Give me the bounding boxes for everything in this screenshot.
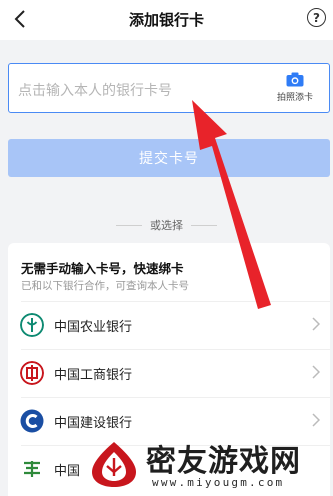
watermark-text: 密友游戏网 bbox=[146, 444, 301, 479]
ccb-bank-logo-icon bbox=[20, 409, 44, 433]
divider-label: 或选择 bbox=[150, 219, 183, 232]
divider-line-left bbox=[116, 224, 142, 226]
bank-name: 中国 bbox=[54, 464, 81, 479]
card-number-placeholder: 点击输入本人的银行卡号 bbox=[18, 83, 172, 99]
chevron-right-icon bbox=[312, 413, 320, 427]
bank-logo-icon bbox=[24, 461, 40, 477]
icbc-bank-logo-icon bbox=[20, 361, 44, 385]
watermark-logo-icon bbox=[92, 442, 136, 487]
question-icon: ? bbox=[313, 10, 320, 25]
chevron-right-icon bbox=[312, 317, 320, 331]
help-button[interactable]: ? bbox=[307, 8, 326, 27]
card-number-input[interactable]: 点击输入本人的银行卡号 拍照添卡 bbox=[8, 63, 330, 113]
top-bar: 添加银行卡 ? bbox=[0, 0, 333, 40]
row-divider bbox=[21, 301, 330, 302]
bank-name: 中国工商银行 bbox=[54, 368, 133, 383]
divider-line-right bbox=[191, 224, 217, 226]
submit-card-button[interactable]: 提交卡号 bbox=[8, 139, 330, 177]
abc-bank-logo-icon bbox=[20, 313, 44, 337]
photo-add-card-button[interactable]: 拍照添卡 bbox=[273, 72, 317, 103]
watermark-url: www.miyougm.com bbox=[152, 476, 285, 489]
camera-label: 拍照添卡 bbox=[276, 93, 313, 103]
bank-name: 中国建设银行 bbox=[54, 416, 133, 431]
camera-icon bbox=[286, 72, 304, 87]
bank-item-icbc[interactable]: 中国工商银行 bbox=[8, 349, 330, 397]
or-choose-divider: 或选择 bbox=[0, 217, 333, 233]
bank-item-abc[interactable]: 中国农业银行 bbox=[8, 301, 330, 349]
page-title: 添加银行卡 bbox=[128, 11, 204, 29]
chevron-right-icon bbox=[312, 365, 320, 379]
quick-bind-title: 无需手动输入卡号，快速绑卡 bbox=[21, 261, 184, 276]
row-divider bbox=[21, 349, 330, 350]
quick-bind-subtitle: 已和以下银行合作，可查询本人卡号 bbox=[21, 280, 189, 292]
row-divider bbox=[21, 397, 330, 398]
bank-name: 中国农业银行 bbox=[54, 320, 133, 335]
site-watermark: 密友游戏网 www.miyougm.com bbox=[82, 432, 333, 496]
